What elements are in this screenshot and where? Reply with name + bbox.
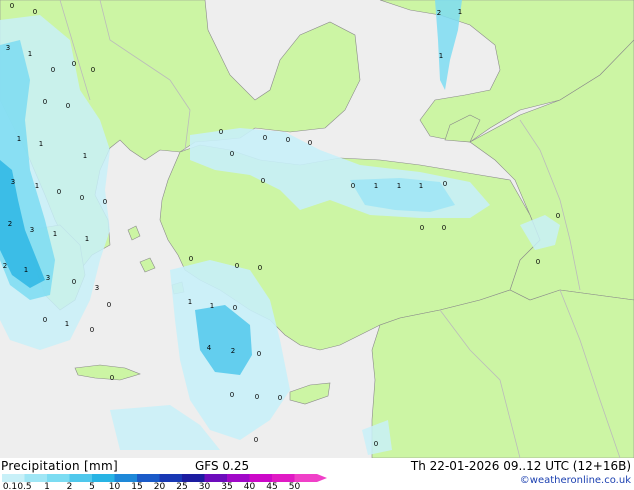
scale-swatch [114, 474, 137, 482]
scale-tick-label: 5 [89, 482, 95, 490]
station-value: 1 [83, 152, 87, 160]
station-value: 0 [110, 374, 114, 382]
station-value: 1 [39, 140, 43, 148]
station-value: 0 [189, 255, 193, 263]
station-value: 0 [90, 326, 94, 334]
station-value: 0 [286, 136, 290, 144]
scale-tick-label: 1 [44, 482, 50, 490]
station-value: 1 [210, 302, 214, 310]
station-value: 0 [66, 102, 70, 110]
station-value: 1 [458, 8, 462, 16]
station-value: 0 [43, 316, 47, 324]
station-value: 0 [556, 212, 560, 220]
scale-swatch [294, 474, 317, 482]
station-value: 1 [397, 182, 401, 190]
scale-swatch [272, 474, 295, 482]
station-value: 2 [437, 9, 441, 17]
station-value: 1 [188, 298, 192, 306]
station-value: 2 [231, 347, 235, 355]
station-value: 1 [17, 135, 21, 143]
scale-tick-label: 10 [108, 482, 121, 490]
station-value: 1 [53, 230, 57, 238]
scale-tick-label: 30 [198, 482, 211, 490]
station-value: 0 [230, 150, 234, 158]
station-value: 0 [308, 139, 312, 147]
station-value: 3 [6, 44, 10, 52]
station-value: 0 [254, 436, 258, 444]
scale-overflow-arrow [317, 474, 327, 482]
credit-link[interactable]: ©weatheronline.co.uk [520, 475, 631, 486]
station-value: 1 [28, 50, 32, 58]
station-value: 0 [263, 134, 267, 142]
scale-swatch [227, 474, 250, 482]
legend-footer: Precipitation [mm] GFS 0.25 Th 22-01-202… [0, 458, 634, 490]
scale-swatch [159, 474, 182, 482]
station-value: 1 [419, 182, 423, 190]
scale-tick-label: 0.5 [17, 482, 32, 490]
station-value: 0 [374, 440, 378, 448]
scale-tick-label: 35 [221, 482, 233, 490]
station-value: 1 [374, 182, 378, 190]
station-value: 2 [8, 220, 12, 228]
scale-swatch [92, 474, 115, 482]
model-name: GFS 0.25 [195, 459, 250, 473]
station-value: 0 [536, 258, 540, 266]
scale-tick-label: 15 [131, 482, 143, 490]
station-value: 3 [46, 274, 50, 282]
scale-tick-label: 45 [266, 482, 278, 490]
station-value: 0 [103, 198, 107, 206]
station-value: 1 [24, 266, 28, 274]
station-value: 0 [219, 128, 223, 136]
station-value: 1 [35, 182, 39, 190]
scale-swatch [137, 474, 160, 482]
station-value: 1 [85, 235, 89, 243]
scale-swatch [249, 474, 272, 482]
scale-swatch [69, 474, 92, 482]
station-value: 2 [3, 262, 7, 270]
station-value: 0 [33, 8, 37, 16]
station-value: 3 [11, 178, 15, 186]
station-value: 0 [443, 180, 447, 188]
scale-swatch [47, 474, 70, 482]
station-value: 0 [351, 182, 355, 190]
scale-tick-label: 25 [176, 482, 188, 490]
station-value: 0 [420, 224, 424, 232]
station-value: 1 [65, 320, 69, 328]
station-value: 0 [51, 66, 55, 74]
station-value: 0 [235, 262, 239, 270]
station-value: 3 [30, 226, 34, 234]
scale-tick-label: 40 [243, 482, 256, 490]
station-value: 0 [442, 224, 446, 232]
station-value: 0 [230, 391, 234, 399]
station-value: 0 [257, 350, 261, 358]
map-canvas: 0 2 1 3 1 0 0 0 0 1 0 0 1 1 1 3 1 0 0 2 … [0, 0, 634, 458]
valid-time: Th 22-01-2026 09..12 UTC (12+16B) [410, 459, 631, 473]
station-value: 0 [233, 304, 237, 312]
precipitation-map-view: 0 2 1 3 1 0 0 0 0 1 0 0 1 1 1 3 1 0 0 2 … [0, 0, 634, 490]
scale-swatch [182, 474, 205, 482]
station-value: 0 [80, 194, 84, 202]
scale-tick-label: 20 [153, 482, 166, 490]
scale-swatch [24, 474, 47, 482]
station-value: 1 [439, 52, 443, 60]
scale-tick-label: 2 [66, 482, 73, 490]
station-value: 0 [72, 60, 76, 68]
legend-title: Precipitation [mm] [1, 459, 118, 473]
station-value: 0 [57, 188, 61, 196]
station-value: 0 [107, 301, 111, 309]
station-value: 3 [95, 284, 99, 292]
station-value: 4 [207, 344, 212, 352]
station-value: 0 [278, 394, 282, 402]
scale-tick-label: 50 [288, 482, 301, 490]
station-value: 0 [43, 98, 47, 106]
scale-tick-label: 0.1 [2, 482, 18, 490]
station-value: 0 [255, 393, 259, 401]
station-value: 0 [91, 66, 95, 74]
station-value: 0 [258, 264, 262, 272]
scale-swatch [204, 474, 227, 482]
scale-swatch [2, 474, 25, 482]
station-value: 0 [72, 278, 76, 286]
station-value: 0 [10, 2, 14, 10]
station-value: 0 [261, 177, 265, 185]
